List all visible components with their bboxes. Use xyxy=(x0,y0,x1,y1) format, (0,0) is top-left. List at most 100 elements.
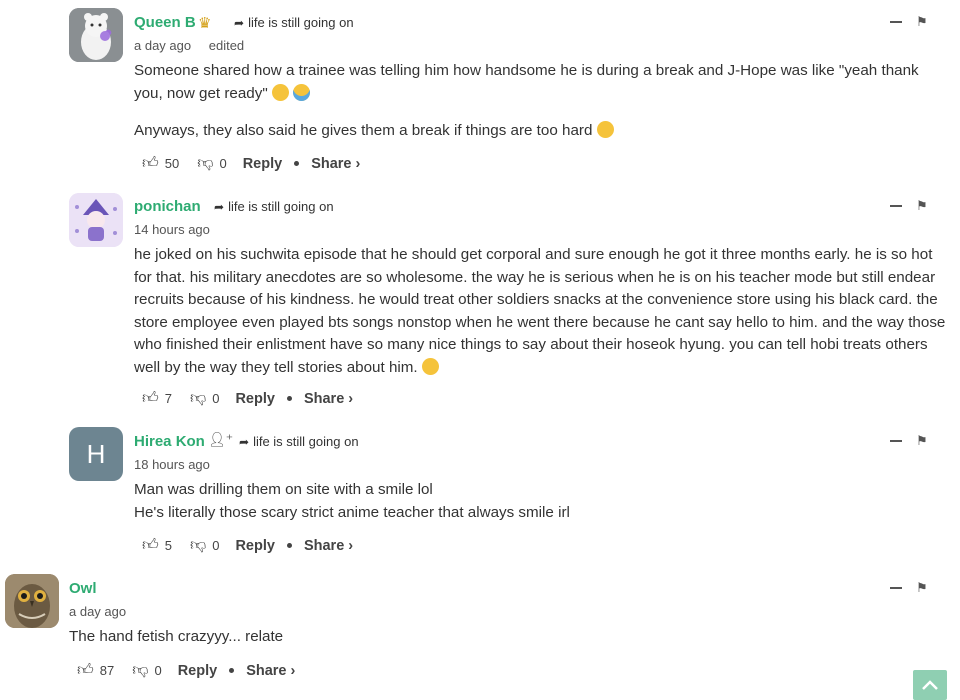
timestamp[interactable]: a day ago xyxy=(69,604,126,619)
collapse-icon[interactable] xyxy=(890,205,902,207)
thumbs-down-icon: 👎︎ xyxy=(132,662,149,679)
edited-label: edited xyxy=(208,38,245,53)
reply-to-name: life is still going on xyxy=(253,434,359,449)
separator-dot xyxy=(229,668,235,673)
avatar[interactable] xyxy=(69,8,123,62)
reply-arrow-icon: ➦ xyxy=(214,199,225,214)
timestamp[interactable]: a day ago xyxy=(134,38,191,53)
reply-to-link[interactable]: ➦ life is still going on xyxy=(239,434,359,449)
reply-to-link[interactable]: ➦ life is still going on xyxy=(234,15,354,30)
comment-body: The hand fetish crazyyy... relate xyxy=(69,626,939,649)
worried-emoji-icon xyxy=(596,121,614,138)
comment-meta: a day ago xyxy=(69,604,126,619)
comment-actions: 👍︎ 87 👎︎ 0 Reply Share › xyxy=(77,661,295,680)
timestamp[interactable]: 18 hours ago xyxy=(134,457,210,472)
downvote-button[interactable]: 👎︎ 0 xyxy=(197,154,226,173)
collapse-icon[interactable] xyxy=(890,21,902,23)
flag-icon[interactable]: ⚑ xyxy=(916,198,928,214)
avatar-letter: H xyxy=(86,438,106,469)
avatar[interactable] xyxy=(69,193,123,247)
author-name[interactable]: Hirea Kon xyxy=(134,433,205,450)
flag-icon[interactable]: ⚑ xyxy=(916,580,928,596)
upvote-count: 50 xyxy=(164,156,180,171)
reply-arrow-icon: ➦ xyxy=(234,15,245,30)
reply-to-name: life is still going on xyxy=(248,15,354,30)
comment-meta: 14 hours ago xyxy=(134,222,210,237)
comment-actions: 👍︎ 7 👎︎ 0 Reply Share › xyxy=(142,389,353,408)
reply-button[interactable]: Reply xyxy=(235,538,275,554)
downvote-count: 0 xyxy=(154,663,162,678)
comment-meta: a day ago edited xyxy=(134,38,244,53)
crown-badge-icon: ♛ xyxy=(198,15,212,32)
avatar[interactable]: H xyxy=(69,427,123,481)
downvote-button[interactable]: 👎︎ 0 xyxy=(190,536,219,555)
flag-icon[interactable]: ⚑ xyxy=(916,14,928,30)
separator-dot xyxy=(286,396,292,401)
crying-emoji-icon xyxy=(293,83,311,101)
thumbs-up-icon: 👍︎ xyxy=(77,662,94,679)
thumbs-up-icon: 👍︎ xyxy=(142,390,159,407)
reply-arrow-icon: ➦ xyxy=(239,434,250,449)
separator-dot xyxy=(286,543,292,548)
avatar-owl-image xyxy=(5,574,59,628)
upvote-count: 7 xyxy=(164,391,172,406)
reply-button[interactable]: Reply xyxy=(243,156,283,172)
avatar[interactable] xyxy=(5,574,59,628)
comment-controls: ⚑ xyxy=(890,14,928,30)
reply-button[interactable]: Reply xyxy=(178,663,218,679)
add-user-icon[interactable]: 👤︎⁺ xyxy=(208,431,233,448)
share-button[interactable]: Share › xyxy=(246,663,295,679)
comment-paragraph: He's literally those scary strict anime … xyxy=(134,503,570,521)
reply-to-link[interactable]: ➦ life is still going on xyxy=(214,199,334,214)
downvote-button[interactable]: 👎︎ 0 xyxy=(190,389,219,408)
comment-body: Man was drilling them on site with a smi… xyxy=(134,479,944,524)
author-name[interactable]: ponichan xyxy=(134,198,201,215)
laughing-emoji-icon xyxy=(271,83,289,101)
downvote-button[interactable]: 👎︎ 0 xyxy=(132,661,161,680)
comment-paragraph: Someone shared how a trainee was telling… xyxy=(134,62,919,102)
share-button[interactable]: Share › xyxy=(304,391,353,407)
avatar-bear-image xyxy=(69,8,123,62)
downvote-count: 0 xyxy=(212,391,220,406)
comment-paragraph: Anyways, they also said he gives them a … xyxy=(134,122,593,139)
thumbs-down-icon: 👎︎ xyxy=(189,537,207,554)
reply-button[interactable]: Reply xyxy=(235,391,275,407)
upvote-button[interactable]: 👍︎ 50 xyxy=(142,154,179,173)
upvote-button[interactable]: 👍︎ 5 xyxy=(142,536,172,555)
downvote-count: 0 xyxy=(219,156,227,171)
author-name[interactable]: Owl xyxy=(69,580,97,597)
separator-dot xyxy=(294,161,300,166)
thumbs-down-icon: 👎︎ xyxy=(189,390,207,407)
timestamp[interactable]: 14 hours ago xyxy=(134,222,210,237)
share-button[interactable]: Share › xyxy=(304,538,353,554)
share-button[interactable]: Share › xyxy=(311,156,360,172)
worried-emoji-icon xyxy=(421,357,439,375)
thumbs-up-icon: 👍︎ xyxy=(142,155,159,172)
comment-meta: 18 hours ago xyxy=(134,457,210,472)
thumbs-up-icon: 👍︎ xyxy=(142,537,159,554)
thumbs-down-icon: 👎︎ xyxy=(197,155,214,172)
author-name[interactable]: Queen B xyxy=(134,14,196,31)
comment-paragraph: The hand fetish crazyyy... relate xyxy=(69,628,284,645)
collapse-icon[interactable] xyxy=(890,587,902,589)
upvote-button[interactable]: 👍︎ 7 xyxy=(142,389,172,408)
comment-controls: ⚑ xyxy=(890,433,928,449)
comment-paragraph: Man was drilling them on site with a smi… xyxy=(134,481,433,498)
flag-icon[interactable]: ⚑ xyxy=(916,433,928,449)
chevron-up-icon xyxy=(922,680,938,690)
avatar-anime-image xyxy=(69,193,123,247)
scroll-to-top-button[interactable] xyxy=(913,670,947,700)
downvote-count: 0 xyxy=(212,538,220,553)
comment-body: Someone shared how a trainee was telling… xyxy=(134,60,944,143)
upvote-button[interactable]: 👍︎ 87 xyxy=(77,661,114,680)
collapse-icon[interactable] xyxy=(890,440,902,442)
comment-actions: 👍︎ 5 👎︎ 0 Reply Share › xyxy=(142,536,353,555)
comment-controls: ⚑ xyxy=(890,580,928,596)
comment-actions: 👍︎ 50 👎︎ 0 Reply Share › xyxy=(142,154,360,173)
comment-body: he joked on his suchwita episode that he… xyxy=(134,244,952,379)
reply-to-name: life is still going on xyxy=(228,199,334,214)
comment-controls: ⚑ xyxy=(890,198,928,214)
comment-paragraph: he joked on his suchwita episode that he… xyxy=(134,246,946,376)
upvote-count: 5 xyxy=(164,538,172,553)
upvote-count: 87 xyxy=(99,663,115,678)
